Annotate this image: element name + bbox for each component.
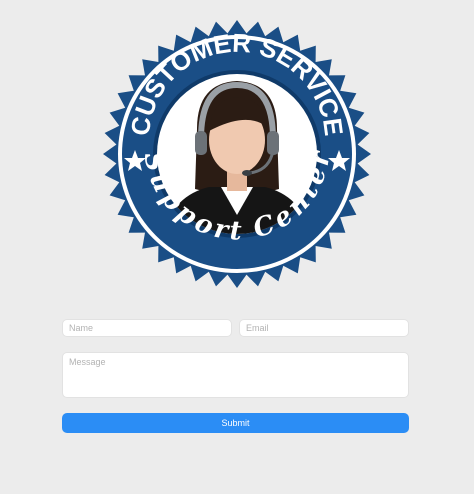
customer-service-badge: CUSTOMER SERVICE Support Center: [97, 19, 377, 289]
message-textarea[interactable]: [62, 352, 409, 398]
customer-service-seal-logo: CUSTOMER SERVICE Support Center: [103, 20, 371, 288]
email-input[interactable]: [239, 319, 409, 337]
submit-button[interactable]: Submit: [62, 413, 409, 433]
name-input[interactable]: [62, 319, 232, 337]
